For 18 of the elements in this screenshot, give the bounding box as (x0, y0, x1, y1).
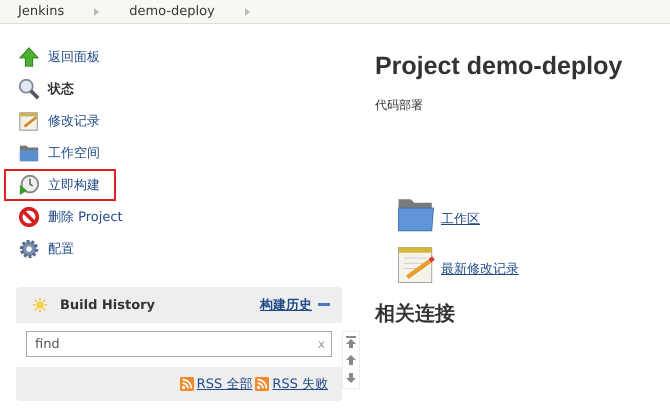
sidebar-link[interactable]: 删除 Project (48, 208, 123, 226)
trend-link[interactable]: 构建历史 (260, 296, 312, 314)
panel-title: Build History (60, 298, 156, 312)
sidebar-link[interactable]: 返回面板 (48, 48, 100, 66)
sidebar-link[interactable]: 立即构建 (48, 176, 100, 194)
main-link[interactable]: 工作区 (441, 210, 480, 228)
sidebar-link[interactable]: 配置 (48, 240, 74, 258)
rss-link[interactable]: RSS 全部 (196, 375, 252, 393)
sidebar-link[interactable]: 工作空间 (48, 144, 100, 162)
sidebar-link[interactable]: 状态 (48, 80, 74, 98)
section-heading: 相关连接 (375, 300, 456, 327)
rss-link[interactable]: RSS 失败 (272, 375, 328, 393)
project-description: 代码部署 (375, 97, 424, 114)
breadcrumb-link[interactable]: demo-deploy (129, 4, 215, 19)
main-link[interactable]: 最新修改记录 (441, 260, 519, 278)
sidebar-link[interactable]: 修改记录 (48, 112, 100, 130)
page-title: Project demo-deploy (375, 52, 622, 81)
breadcrumb-link[interactable]: Jenkins (18, 4, 64, 19)
